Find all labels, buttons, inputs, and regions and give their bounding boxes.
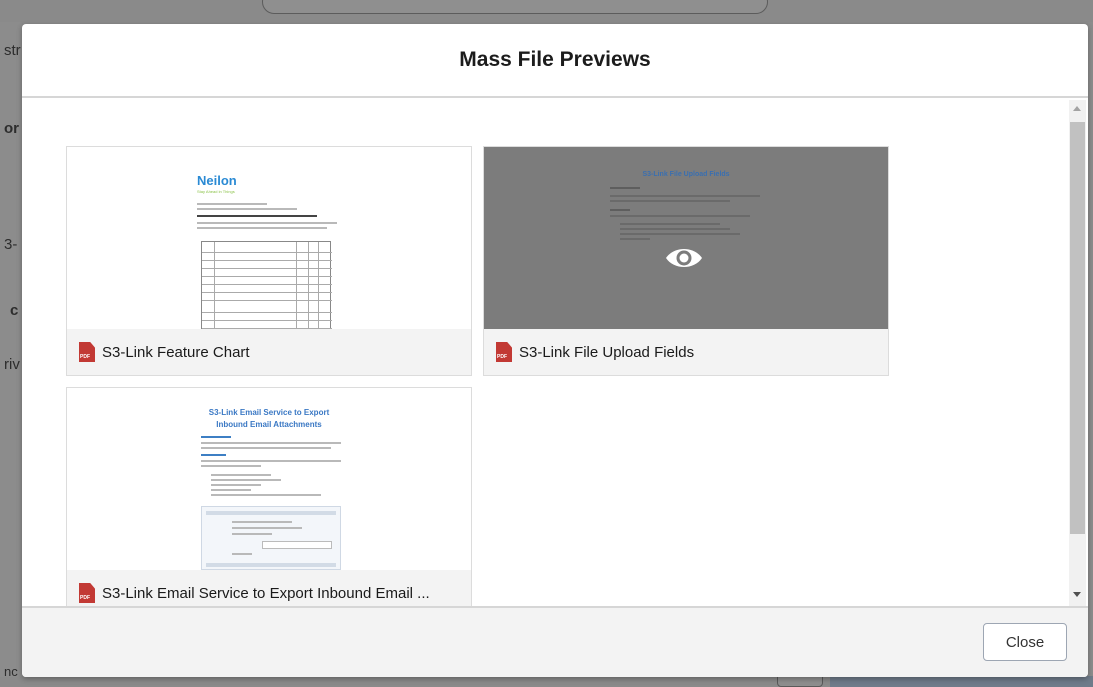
doc-table — [201, 241, 332, 329]
file-name[interactable]: S3-Link Feature Chart — [102, 344, 250, 361]
modal-body: Neilon Stay Ahead in Things PDF S3-Link … — [22, 100, 1088, 606]
background-text: 3- — [4, 236, 18, 253]
doc-title: Inbound Email Attachments — [216, 420, 322, 429]
background-text: or — [4, 120, 19, 137]
pdf-icon: PDF — [79, 583, 95, 603]
modal-header: Mass File Previews — [22, 24, 1088, 98]
file-tile-footer: PDF S3-Link File Upload Fields — [484, 329, 888, 375]
background-bottom-panel — [830, 676, 1093, 687]
file-preview[interactable]: S3-Link File Upload Fields — [484, 147, 888, 329]
file-tile-footer: PDF S3-Link Feature Chart — [67, 329, 471, 375]
scroll-thumb[interactable] — [1070, 122, 1085, 534]
background-search-input — [262, 0, 768, 14]
document-thumbnail: Neilon Stay Ahead in Things — [185, 159, 353, 329]
doc-logo: Neilon — [197, 173, 237, 188]
eye-icon[interactable] — [664, 245, 704, 271]
scroll-up-arrow-icon[interactable] — [1073, 106, 1081, 111]
scroll-down-arrow-icon[interactable] — [1073, 592, 1081, 597]
close-button[interactable]: Close — [983, 623, 1067, 661]
file-name[interactable]: S3-Link Email Service to Export Inbound … — [102, 585, 430, 602]
file-tile-footer: PDF S3-Link Email Service to Export Inbo… — [67, 570, 471, 606]
mass-file-previews-modal: Mass File Previews Neilon Stay Ahead in … — [22, 24, 1088, 677]
doc-line — [197, 208, 297, 210]
background-text: riv — [4, 356, 20, 373]
background-right-panel — [1088, 22, 1093, 687]
file-tile-upload-fields[interactable]: S3-Link File Upload Fields PDF S3-Link F… — [483, 146, 889, 376]
doc-title: S3-Link Email Service to Export — [208, 408, 330, 417]
file-name[interactable]: S3-Link File Upload Fields — [519, 344, 694, 361]
modal-footer: Close — [22, 606, 1088, 677]
doc-logo-tagline: Stay Ahead in Things — [197, 189, 235, 194]
doc-title: S3-Link File Upload Fields — [642, 171, 730, 178]
file-preview[interactable]: S3-Link Email Service to Export Inbound … — [67, 388, 471, 570]
doc-line — [197, 203, 267, 205]
file-preview[interactable]: Neilon Stay Ahead in Things — [67, 147, 471, 329]
file-tile-feature-chart[interactable]: Neilon Stay Ahead in Things PDF S3-Link … — [66, 146, 472, 376]
background-text: str — [4, 42, 21, 59]
pdf-icon: PDF — [496, 342, 512, 362]
doc-line — [197, 227, 327, 229]
background-text: c — [10, 302, 19, 319]
file-tile-email-service[interactable]: S3-Link Email Service to Export Inbound … — [66, 387, 472, 606]
modal-title: Mass File Previews — [459, 48, 651, 71]
doc-line — [197, 215, 317, 217]
vertical-scrollbar[interactable] — [1069, 100, 1086, 606]
doc-line — [197, 222, 337, 224]
doc-screenshot-form — [201, 506, 341, 570]
pdf-icon: PDF — [79, 342, 95, 362]
